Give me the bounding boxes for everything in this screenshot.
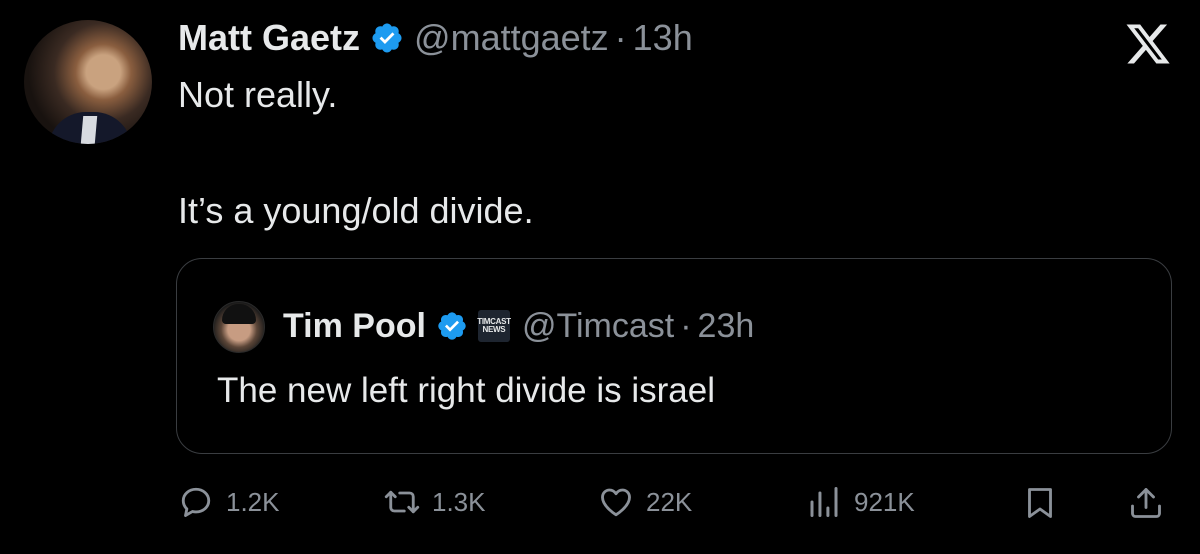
- heart-icon: [601, 488, 631, 517]
- avatar-shirt: [80, 116, 98, 144]
- share-icon[interactable]: [1128, 483, 1164, 523]
- reply-button[interactable]: 1.2K: [178, 480, 280, 524]
- verified-badge-icon: [438, 312, 466, 340]
- quoted-tweet[interactable]: Tim Pool TIMCAST NEWS @Timcast · 23h The…: [176, 258, 1172, 454]
- like-count: 22K: [646, 486, 693, 517]
- bookmark-icon[interactable]: [1022, 483, 1058, 523]
- affiliate-badge-line-2: NEWS: [482, 325, 506, 334]
- author-avatar[interactable]: [24, 20, 152, 144]
- views-count: 921K: [854, 486, 915, 517]
- quoted-tweet-text: The new left right divide is israel: [217, 371, 715, 410]
- header-separator: ·: [614, 17, 627, 58]
- avatar-beanie: [222, 304, 256, 324]
- views-button[interactable]: 921K: [806, 480, 915, 524]
- reply-count: 1.2K: [226, 486, 280, 517]
- repost-icon: [384, 490, 420, 514]
- quoted-author-handle[interactable]: @Timcast: [522, 307, 674, 346]
- quoted-tweet-time[interactable]: 23h: [698, 307, 755, 346]
- tweet-text-line-2: It’s a young/old divide.: [178, 190, 534, 231]
- tweet-text-line-1: Not really.: [178, 74, 338, 115]
- views-icon: [810, 487, 838, 517]
- quoted-author-avatar[interactable]: [213, 301, 265, 353]
- quoted-author-name[interactable]: Tim Pool: [283, 307, 426, 346]
- like-button[interactable]: 22K: [598, 480, 692, 524]
- author-name[interactable]: Matt Gaetz: [178, 17, 360, 59]
- x-logo-icon: [1126, 24, 1170, 64]
- repost-button[interactable]: 1.3K: [384, 480, 486, 524]
- quoted-header-separator: ·: [680, 306, 692, 345]
- verified-badge-icon: [372, 23, 402, 53]
- tweet-time[interactable]: 13h: [633, 17, 693, 59]
- affiliate-badge[interactable]: TIMCAST NEWS: [477, 310, 511, 342]
- quoted-header: Tim Pool TIMCAST NEWS @Timcast · 23h: [283, 299, 754, 353]
- repost-count: 1.3K: [432, 486, 486, 517]
- tweet-header: Matt Gaetz @mattgaetz · 13h: [178, 12, 693, 64]
- reply-icon: [181, 487, 211, 517]
- author-handle[interactable]: @mattgaetz: [414, 17, 609, 59]
